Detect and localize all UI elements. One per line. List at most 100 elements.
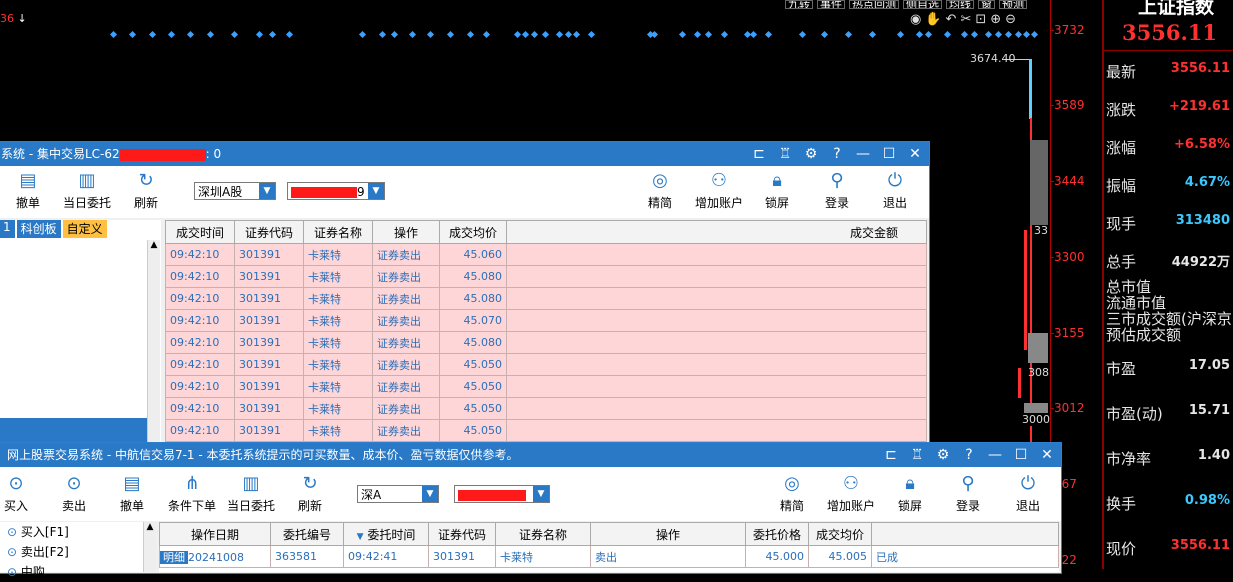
lock-screen-button[interactable]: 🔒︎ 锁屏 (761, 170, 793, 211)
event-marker-icon[interactable] (378, 30, 387, 39)
tree-item-subscribe[interactable]: ⊙ 中购 (0, 562, 155, 582)
lock-screen-button[interactable]: 🔒︎ 锁屏 (895, 473, 925, 514)
event-marker-icon[interactable] (268, 30, 277, 39)
event-marker-icon[interactable] (285, 30, 294, 39)
event-marker-icon[interactable] (466, 30, 475, 39)
table-row[interactable]: 09:42:10 301391 卡莱特 证券卖出 45.070 (165, 309, 927, 332)
sidebar-scrollbar[interactable]: ▲ (147, 240, 160, 442)
event-marker-icon[interactable] (572, 30, 581, 39)
skin-icon[interactable]: ♖ (775, 142, 795, 166)
column-header[interactable]: 成交金额 (506, 220, 927, 244)
table-row[interactable]: 09:42:10 301391 卡莱特 证券卖出 45.050 (165, 375, 927, 398)
event-marker-icon[interactable] (720, 30, 729, 39)
column-header[interactable]: 操作日期 (159, 522, 271, 546)
message-icon[interactable]: ⊏ (881, 443, 901, 467)
event-marker-icon[interactable] (541, 30, 550, 39)
column-header[interactable]: 成交均价 (808, 522, 872, 546)
column-header[interactable]: 证券名称 (495, 522, 591, 546)
table-row[interactable]: 09:42:10 301391 卡莱特 证券卖出 45.050 (165, 397, 927, 420)
event-marker-icon[interactable] (678, 30, 687, 39)
event-marker-icon[interactable] (650, 30, 659, 39)
table-row[interactable]: 09:42:10 301391 卡莱特 证券卖出 45.050 (165, 353, 927, 376)
event-marker-icon[interactable] (555, 30, 564, 39)
selected-list-item[interactable] (0, 418, 147, 442)
market-select[interactable]: 深A ▼ (357, 485, 439, 503)
exit-button[interactable]: ⏻ 退出 (879, 170, 911, 211)
trade-window-2[interactable]: 网上股票交易系统 - 中航信交易7-1 - 本委托系统提示的可买数量、成本价、盈… (0, 442, 1062, 579)
event-marker-icon[interactable] (390, 30, 399, 39)
minimize-icon[interactable]: — (853, 142, 873, 166)
buy-button[interactable]: ⊙ 买入 (1, 473, 31, 514)
sell-button[interactable]: ⊙ 卖出 (59, 473, 89, 514)
event-marker-icon[interactable] (186, 30, 195, 39)
event-marker-icon[interactable] (1022, 30, 1031, 39)
add-account-button[interactable]: ⚇ 增加账户 (693, 170, 745, 211)
event-marker-icon[interactable] (408, 30, 417, 39)
event-marker-icon[interactable] (230, 30, 239, 39)
close-icon[interactable]: ✕ (1037, 443, 1057, 467)
column-header[interactable]: ▼ 委托时间 (343, 522, 429, 546)
column-header[interactable]: 成交时间 (165, 220, 235, 244)
event-marker-icon[interactable] (446, 30, 455, 39)
trade-window-1[interactable]: 系统 - 集中交易LC-62: 0 ⊏ ♖ ⚙ ? — ☐ ✕ ▤ 撤单 ▥ 当日委… (0, 141, 930, 443)
event-marker-icon[interactable] (358, 30, 367, 39)
event-marker-icon[interactable] (109, 30, 118, 39)
minimize-icon[interactable]: — (985, 443, 1005, 467)
event-marker-icon[interactable] (564, 30, 573, 39)
table-row[interactable]: 明细 20241008 363581 09:42:41 301391 卡莱特 卖出… (159, 545, 1059, 568)
event-marker-icon[interactable] (587, 30, 596, 39)
event-marker-icon[interactable] (943, 30, 952, 39)
cancel-order-button[interactable]: ▤ 撤单 (117, 473, 147, 514)
cancel-order-button[interactable]: ▤ 撤单 (11, 170, 45, 211)
event-marker-icon[interactable] (798, 30, 807, 39)
column-header[interactable]: 证券代码 (234, 220, 304, 244)
refresh-button[interactable]: ↻ 刷新 (129, 170, 163, 211)
skin-icon[interactable]: ♖ (907, 443, 927, 467)
column-header[interactable]: 成交均价 (439, 220, 507, 244)
close-icon[interactable]: ✕ (905, 142, 925, 166)
detail-tag[interactable]: 明细 (160, 550, 188, 564)
event-marker-icon[interactable] (148, 30, 157, 39)
window1-titlebar[interactable]: 系统 - 集中交易LC-62: 0 ⊏ ♖ ⚙ ? — ☐ ✕ (0, 142, 929, 166)
market-select[interactable]: 深圳A股 ▼ (194, 182, 276, 200)
event-marker-icon[interactable] (764, 30, 773, 39)
column-header[interactable]: 委托价格 (745, 522, 809, 546)
window2-titlebar[interactable]: 网上股票交易系统 - 中航信交易7-1 - 本委托系统提示的可买数量、成本价、盈… (0, 443, 1061, 467)
table-row[interactable]: 09:42:10 301391 卡莱特 证券卖出 45.080 (165, 331, 927, 354)
help-icon[interactable]: ? (959, 443, 979, 467)
event-marker-icon[interactable] (915, 30, 924, 39)
tab-custom[interactable]: 自定义 (62, 220, 107, 238)
table-row[interactable]: 09:42:10 301391 卡莱特 证券卖出 45.080 (165, 287, 927, 310)
maximize-icon[interactable]: ☐ (1011, 443, 1031, 467)
settings-icon[interactable]: ⚙ (801, 142, 821, 166)
column-header[interactable]: 操作 (372, 220, 440, 244)
login-button[interactable]: ⚲ 登录 (821, 170, 853, 211)
simplify-button[interactable]: ◎ 精简 (645, 170, 675, 211)
exit-button[interactable]: ⏻ 退出 (1013, 473, 1043, 514)
event-marker-icon[interactable] (521, 30, 530, 39)
refresh-button[interactable]: ↻ 刷新 (295, 473, 325, 514)
column-header[interactable]: 证券名称 (303, 220, 373, 244)
event-marker-icon[interactable] (820, 30, 829, 39)
column-header[interactable]: 操作 (590, 522, 746, 546)
event-marker-icon[interactable] (482, 30, 491, 39)
tree-item-sell[interactable]: ⊙ 卖出[F2] (0, 542, 155, 562)
event-marker-icon[interactable] (924, 30, 933, 39)
event-marker-icon[interactable] (970, 30, 979, 39)
event-marker-icon[interactable] (868, 30, 877, 39)
event-marker-icon[interactable] (844, 30, 853, 39)
login-button[interactable]: ⚲ 登录 (953, 473, 983, 514)
event-marker-icon[interactable] (513, 30, 522, 39)
event-marker-icon[interactable] (704, 30, 713, 39)
event-marker-icon[interactable] (255, 30, 264, 39)
table-row[interactable]: 09:42:10 301391 卡莱特 证券卖出 45.050 (165, 419, 927, 442)
column-header[interactable] (871, 522, 1059, 546)
event-marker-icon[interactable] (749, 30, 758, 39)
event-marker-icon[interactable] (693, 30, 702, 39)
column-header[interactable]: 证券代码 (428, 522, 496, 546)
event-marker-icon[interactable] (1004, 30, 1013, 39)
add-account-button[interactable]: ⚇ 增加账户 (825, 473, 877, 514)
tree-item-buy[interactable]: ⊙ 买入[F1] (0, 522, 155, 542)
event-marker-icon[interactable] (206, 30, 215, 39)
table-row[interactable]: 09:42:10 301391 卡莱特 证券卖出 45.080 (165, 265, 927, 288)
